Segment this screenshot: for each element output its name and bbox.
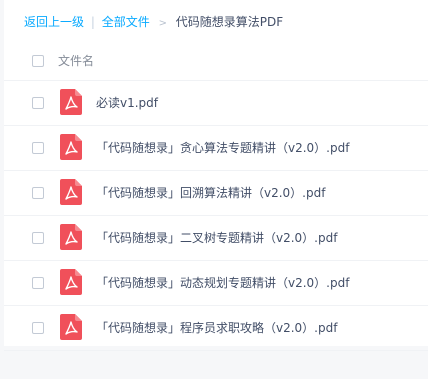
pdf-file-icon [60,314,82,340]
back-link[interactable]: 返回上一级 [24,15,84,29]
breadcrumb-arrow-icon: > [158,18,167,29]
pdf-file-icon [60,134,82,160]
all-files-link[interactable]: 全部文件 [102,15,150,29]
pdf-file-icon [60,179,82,205]
file-row[interactable]: 「代码随想录」程序员求职攻略（v2.0）.pdf [4,306,428,351]
file-checkbox[interactable] [32,97,44,109]
file-row[interactable]: 「代码随想录」二叉树专题精讲（v2.0）.pdf [4,216,428,261]
file-name[interactable]: 「代码随想录」回溯算法精讲（v2.0）.pdf [96,185,325,201]
file-checkbox[interactable] [32,142,44,154]
file-row[interactable]: 「代码随想录」动态规划专题精讲（v2.0）.pdf [4,261,428,306]
select-all-checkbox[interactable] [32,55,44,67]
file-name[interactable]: 「代码随想录」程序员求职攻略（v2.0）.pdf [96,320,337,336]
file-checkbox[interactable] [32,232,44,244]
file-name[interactable]: 必读v1.pdf [96,95,158,111]
file-checkbox[interactable] [32,277,44,289]
column-header-filename: 文件名 [58,54,95,68]
breadcrumb-separator: | [90,15,95,29]
file-name[interactable]: 「代码随想录」二叉树专题精讲（v2.0）.pdf [96,230,337,246]
file-row[interactable]: 必读v1.pdf [4,81,428,126]
file-checkbox[interactable] [32,322,44,334]
file-row[interactable]: 「代码随想录」贪心算法专题精讲（v2.0）.pdf [4,126,428,171]
file-name[interactable]: 「代码随想录」动态规划专题精讲（v2.0）.pdf [96,275,349,291]
file-row[interactable]: 「代码随想录」回溯算法精讲（v2.0）.pdf [4,171,428,216]
breadcrumb: 返回上一级 | 全部文件 > 代码随想录算法PDF [24,13,283,31]
file-list-header: 文件名 [4,44,428,81]
pdf-file-icon [60,269,82,295]
current-folder-name: 代码随想录算法PDF [175,15,284,29]
file-browser-panel: 返回上一级 | 全部文件 > 代码随想录算法PDF 文件名 必读v1.pdf 「… [4,0,428,351]
pdf-file-icon [60,89,82,115]
file-checkbox[interactable] [32,187,44,199]
file-name[interactable]: 「代码随想录」贪心算法专题精讲（v2.0）.pdf [96,140,349,156]
pdf-file-icon [60,224,82,250]
